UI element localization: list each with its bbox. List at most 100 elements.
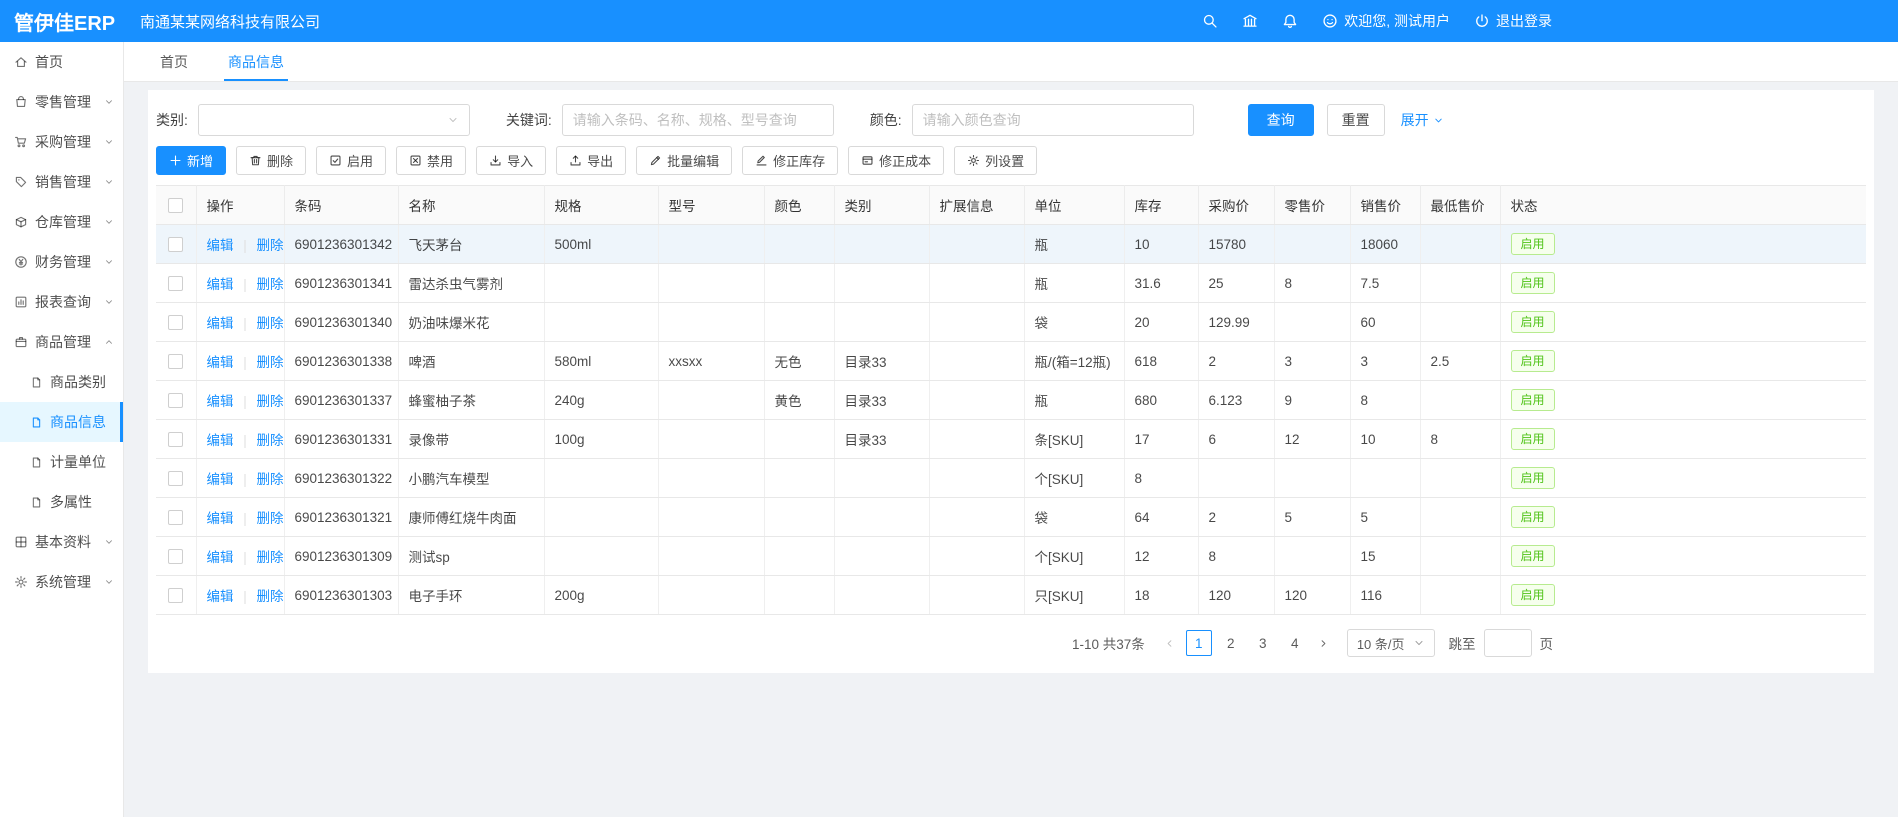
edit-link[interactable]: 编辑 <box>207 277 234 292</box>
main-area: 首页 商品信息 类别: <box>124 42 1898 817</box>
sidebar-item-sales-management[interactable]: 销售管理 <box>0 162 123 202</box>
delete-link[interactable]: 删除 <box>257 589 284 604</box>
row-checkbox[interactable] <box>168 588 183 603</box>
tab-home[interactable]: 首页 <box>144 42 204 81</box>
sidebar-item-report-query[interactable]: 报表查询 <box>0 282 123 322</box>
export-button[interactable]: 导出 <box>556 146 626 175</box>
sidebar-item-home[interactable]: 首页 <box>0 42 123 82</box>
tab-product-info[interactable]: 商品信息 <box>212 42 300 81</box>
page-number[interactable]: 2 <box>1218 630 1244 656</box>
delete-link[interactable]: 删除 <box>257 394 284 409</box>
sidebar-item-product-category[interactable]: 商品类别 <box>0 362 123 402</box>
cell-min-price: 2.5 <box>1420 342 1500 381</box>
keyword-input[interactable] <box>562 104 834 136</box>
edit-link[interactable]: 编辑 <box>207 355 234 370</box>
select-all-checkbox[interactable] <box>168 198 183 213</box>
row-checkbox[interactable] <box>168 510 183 525</box>
logout-button[interactable]: 退出登录 <box>1474 11 1552 31</box>
page-number[interactable]: 4 <box>1282 630 1308 656</box>
search-icon[interactable] <box>1202 13 1218 29</box>
next-page-button[interactable] <box>1311 630 1337 656</box>
reset-button[interactable]: 重置 <box>1327 104 1385 136</box>
row-checkbox[interactable] <box>168 315 183 330</box>
row-checkbox[interactable] <box>168 354 183 369</box>
import-button[interactable]: 导入 <box>476 146 546 175</box>
delete-button[interactable]: 删除 <box>236 146 306 175</box>
edit-link[interactable]: 编辑 <box>207 433 234 448</box>
edit-link[interactable]: 编辑 <box>207 394 234 409</box>
cell-checkbox <box>156 381 196 420</box>
toolbar-button-label: 删除 <box>267 151 293 170</box>
sidebar-item-measure-unit[interactable]: 计量单位 <box>0 442 123 482</box>
edit-link[interactable]: 编辑 <box>207 511 234 526</box>
fix-stock-button[interactable]: 修正库存 <box>742 146 838 175</box>
jump-input[interactable] <box>1484 629 1532 657</box>
cell-operations: 编辑 | 删除 <box>196 381 284 420</box>
search-button[interactable]: 查询 <box>1248 104 1314 136</box>
row-checkbox[interactable] <box>168 393 183 408</box>
row-checkbox[interactable] <box>168 471 183 486</box>
column-header: 库存 <box>1124 186 1198 225</box>
sidebar-item-purchase-management[interactable]: 采购管理 <box>0 122 123 162</box>
status-badge: 启用 <box>1511 545 1555 567</box>
building-icon[interactable] <box>1242 13 1258 29</box>
sidebar-item-label: 系统管理 <box>35 572 104 592</box>
delete-link[interactable]: 删除 <box>257 550 284 565</box>
enable-button[interactable]: 启用 <box>316 146 386 175</box>
add-button[interactable]: 新增 <box>156 146 226 175</box>
fix-stock-icon <box>755 154 768 167</box>
category-select[interactable] <box>198 104 470 136</box>
bell-icon[interactable] <box>1282 13 1298 29</box>
delete-link[interactable]: 删除 <box>257 277 284 292</box>
cell-name: 雷达杀虫气雾剂 <box>398 264 544 303</box>
edit-link[interactable]: 编辑 <box>207 472 234 487</box>
row-checkbox[interactable] <box>168 276 183 291</box>
sidebar-item-basic-data[interactable]: 基本资料 <box>0 522 123 562</box>
page-number[interactable]: 3 <box>1250 630 1276 656</box>
row-checkbox[interactable] <box>168 432 183 447</box>
report-icon <box>14 295 28 309</box>
sidebar-item-finance-management[interactable]: 财务管理 <box>0 242 123 282</box>
sidebar-item-warehouse-management[interactable]: 仓库管理 <box>0 202 123 242</box>
table-row: 编辑 | 删除 6901236301338 啤酒 580ml xxsxx 无色 <box>156 342 1866 381</box>
page-size-select[interactable]: 10 条/页 <box>1347 629 1435 657</box>
cell-unit: 条[SKU] <box>1024 420 1124 459</box>
batch-edit-button[interactable]: 批量编辑 <box>636 146 732 175</box>
row-checkbox[interactable] <box>168 237 183 252</box>
edit-link[interactable]: 编辑 <box>207 550 234 565</box>
column-header: 颜色 <box>764 186 834 225</box>
delete-link[interactable]: 删除 <box>257 316 284 331</box>
sidebar-item-retail-management[interactable]: 零售管理 <box>0 82 123 122</box>
chevron-down-icon <box>104 577 114 587</box>
expand-link[interactable]: 展开 <box>1401 110 1444 130</box>
sidebar-item-product-management[interactable]: 商品管理 <box>0 322 123 362</box>
delete-link[interactable]: 删除 <box>257 355 284 370</box>
color-input[interactable] <box>912 104 1194 136</box>
fix-cost-icon <box>861 154 874 167</box>
delete-link[interactable]: 删除 <box>257 511 284 526</box>
column-settings-button[interactable]: 列设置 <box>954 146 1037 175</box>
prev-page-button[interactable] <box>1157 630 1183 656</box>
delete-link[interactable]: 删除 <box>257 238 284 253</box>
row-checkbox[interactable] <box>168 549 183 564</box>
cell-barcode: 6901236301342 <box>284 225 398 264</box>
sidebar-item-product-info[interactable]: 商品信息 <box>0 402 123 442</box>
cell-status: 启用 <box>1500 576 1866 615</box>
cell-sale-price: 5 <box>1350 498 1420 537</box>
cell-checkbox <box>156 498 196 537</box>
fix-cost-button[interactable]: 修正成本 <box>848 146 944 175</box>
disable-button[interactable]: 禁用 <box>396 146 466 175</box>
sidebar-item-multi-attribute[interactable]: 多属性 <box>0 482 123 522</box>
delete-link[interactable]: 删除 <box>257 472 284 487</box>
keyword-filter: 关键词: <box>506 104 834 136</box>
sidebar-item-system-management[interactable]: 系统管理 <box>0 562 123 602</box>
product-icon <box>14 335 28 349</box>
edit-link[interactable]: 编辑 <box>207 589 234 604</box>
toolbar-button-label: 修正库存 <box>773 151 825 170</box>
edit-link[interactable]: 编辑 <box>207 316 234 331</box>
edit-link[interactable]: 编辑 <box>207 238 234 253</box>
page-number[interactable]: 1 <box>1186 630 1212 656</box>
sidebar: 首页 零售管理 采购管理 <box>0 42 124 817</box>
delete-link[interactable]: 删除 <box>257 433 284 448</box>
chevron-down-icon <box>104 337 114 347</box>
